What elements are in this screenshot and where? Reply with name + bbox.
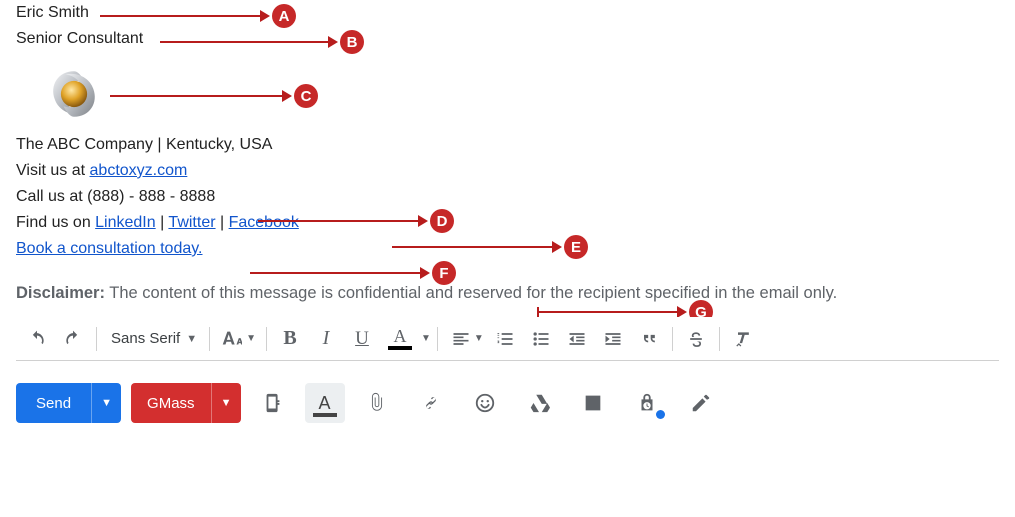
indent-less-icon [567, 329, 587, 349]
disclaimer-text: The content of this message is confident… [105, 284, 837, 302]
redo-icon [63, 329, 83, 349]
bulleted-list-button[interactable] [524, 322, 558, 356]
lock-clock-icon [636, 392, 658, 414]
numbered-list-icon [495, 329, 515, 349]
quote-icon [639, 329, 659, 349]
call-line: Call us at (888) - 888 - 8888 [16, 184, 999, 210]
text-color-button[interactable]: A ▼ [381, 322, 431, 356]
phone-sms-icon [262, 392, 284, 414]
social-sep-2: | [216, 214, 229, 231]
swirl-logo-icon [46, 66, 102, 122]
insert-link-button[interactable] [409, 383, 453, 423]
company-line: The ABC Company | Kentucky, USA [16, 132, 999, 158]
formatting-toggle-button[interactable]: A [305, 383, 345, 423]
indent-more-icon [603, 329, 623, 349]
visit-prefix: Visit us at [16, 162, 90, 179]
annotation-badge-f: F [432, 261, 456, 285]
send-button[interactable]: Send ▼ [16, 383, 121, 423]
annotation-f: F [250, 263, 450, 283]
disclaimer: Disclaimer: The content of this message … [16, 284, 999, 303]
signature-title: Senior Consultant [16, 26, 999, 52]
gmass-button-more[interactable]: ▼ [211, 383, 241, 423]
italic-button[interactable]: I [309, 322, 343, 356]
gmass-button[interactable]: GMass ▼ [131, 383, 241, 423]
remove-format-icon [733, 329, 753, 349]
insert-emoji-button[interactable] [463, 383, 507, 423]
confidential-mode-button[interactable] [625, 383, 669, 423]
font-size-picker[interactable]: ▼ [216, 322, 260, 356]
quote-button[interactable] [632, 322, 666, 356]
linkedin-link[interactable]: LinkedIn [95, 214, 156, 231]
send-button-more[interactable]: ▼ [91, 383, 121, 423]
caret-down-icon: ▼ [246, 333, 256, 344]
attach-button[interactable] [355, 383, 399, 423]
find-line: Find us on LinkedIn | Twitter | Facebook [16, 210, 999, 236]
text-format-a-icon: A [319, 393, 331, 414]
bulleted-list-icon [531, 329, 551, 349]
text-size-icon [220, 328, 242, 350]
sms-button[interactable] [251, 383, 295, 423]
strikethrough-icon [686, 329, 706, 349]
signature-name: Eric Smith [16, 0, 999, 26]
social-sep-1: | [156, 214, 169, 231]
facebook-link[interactable]: Facebook [229, 214, 299, 231]
paperclip-icon [366, 392, 388, 414]
caret-down-icon: ▼ [421, 333, 431, 344]
drive-icon [528, 392, 550, 414]
text-format-underline [313, 413, 337, 417]
website-link[interactable]: abctoxyz.com [90, 162, 188, 179]
cta-link[interactable]: Book a consultation today. [16, 240, 203, 257]
compose-action-bar: Send ▼ GMass ▼ A [16, 383, 999, 423]
status-dot-icon [656, 410, 665, 419]
pen-icon [690, 392, 712, 414]
redo-button[interactable] [56, 322, 90, 356]
remove-formatting-button[interactable] [726, 322, 760, 356]
bold-button[interactable]: B [273, 322, 307, 356]
disclaimer-label: Disclaimer: [16, 284, 105, 302]
visit-line: Visit us at abctoxyz.com [16, 158, 999, 184]
numbered-list-button[interactable] [488, 322, 522, 356]
font-family-picker[interactable]: Sans Serif ▼ [103, 322, 203, 356]
caret-down-icon: ▼ [474, 333, 484, 344]
align-left-icon [451, 329, 471, 349]
underline-button[interactable]: U [345, 322, 379, 356]
font-family-label: Sans Serif [111, 330, 180, 347]
strikethrough-button[interactable] [679, 322, 713, 356]
send-button-main[interactable]: Send [16, 383, 91, 423]
find-prefix: Find us on [16, 214, 95, 231]
caret-down-icon: ▼ [186, 333, 197, 345]
indent-less-button[interactable] [560, 322, 594, 356]
undo-icon [27, 329, 47, 349]
insert-signature-button[interactable] [679, 383, 723, 423]
link-icon [420, 392, 442, 414]
align-button[interactable] [444, 322, 478, 356]
cta-line: Book a consultation today. [16, 236, 999, 262]
insert-drive-button[interactable] [517, 383, 561, 423]
text-color-a-icon: A [394, 327, 407, 345]
text-color-swatch [388, 346, 412, 350]
image-icon [582, 392, 604, 414]
undo-button[interactable] [20, 322, 54, 356]
format-toolbar: Sans Serif ▼ ▼ B I U A ▼ ▼ [16, 317, 999, 361]
company-logo [46, 66, 999, 122]
gmass-button-main[interactable]: GMass [131, 383, 211, 423]
twitter-link[interactable]: Twitter [168, 214, 215, 231]
emoji-icon [474, 392, 496, 414]
insert-photo-button[interactable] [571, 383, 615, 423]
indent-more-button[interactable] [596, 322, 630, 356]
